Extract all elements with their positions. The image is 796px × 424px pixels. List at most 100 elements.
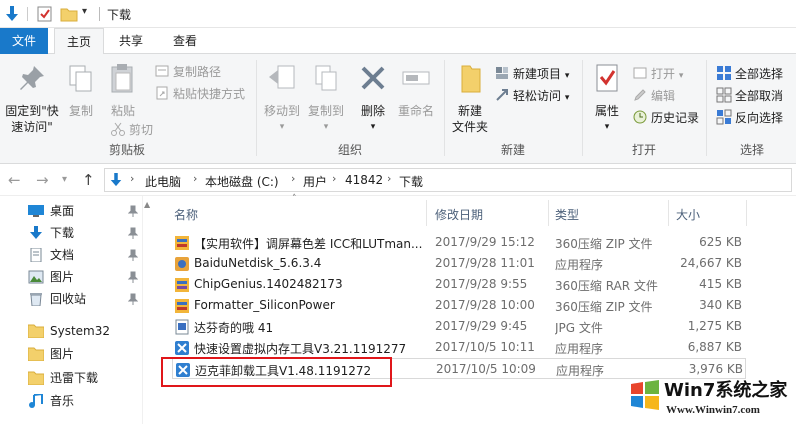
easy-access-button[interactable]: 轻松访问 ▾ — [494, 86, 569, 106]
move-to-chevron-icon: ▾ — [279, 122, 285, 132]
new-item-button[interactable]: 新建项目 ▾ — [494, 64, 569, 84]
pin-quick-access-button[interactable]: 固定到"快 速访问" — [2, 62, 62, 135]
pin-icon[interactable] — [128, 205, 138, 217]
download-arrow-icon[interactable] — [4, 5, 20, 23]
zip-archive-icon — [175, 236, 189, 250]
nav-item-desktop[interactable]: 桌面 — [28, 200, 146, 222]
paste-icon — [111, 64, 133, 93]
invert-selection-icon — [716, 109, 732, 125]
pin-icon[interactable] — [128, 293, 138, 305]
new-group: 新建 文件夹 新建项目 ▾ 轻松访问 ▾ 新建 — [446, 58, 580, 162]
open-button[interactable]: 打开 ▾ — [632, 64, 683, 84]
new-group-label: 新建 — [500, 143, 525, 157]
clipboard-group-label: 剪贴板 — [108, 143, 145, 157]
select-group: 全部选择 全部取消 反向选择 选择 — [708, 58, 796, 162]
pin-icon[interactable] — [128, 249, 138, 261]
cut-button[interactable]: 剪切 — [110, 120, 153, 140]
copy-icon — [69, 65, 92, 92]
edit-button[interactable]: 编辑 — [632, 86, 675, 106]
tool-app-icon — [175, 341, 189, 355]
breadcrumb-downloads[interactable]: 下载 — [399, 173, 423, 190]
copy-button[interactable]: 复制 — [64, 62, 98, 119]
table-row[interactable]: BaiduNetdisk_5.6.3.4 2017/9/28 11:01 应用程… — [172, 253, 746, 274]
table-row[interactable]: 达芬奇的哦 41 2017/9/29 9:45 JPG 文件 1,275 KB — [172, 316, 746, 337]
select-none-button[interactable]: 全部取消 — [716, 86, 783, 106]
organize-group: 移动到 ▾ 复制到 ▾ 删除 ▾ 重命名 组织 — [258, 58, 442, 162]
new-folder-quick-icon[interactable] — [60, 5, 78, 23]
table-row[interactable]: 【实用软件】调屏幕色差 ICC和LUTman... 2017/9/29 15:1… — [172, 232, 746, 253]
history-icon — [633, 110, 647, 124]
column-header-name[interactable]: 名称 — [174, 206, 198, 223]
paste-shortcut-button[interactable]: 粘贴快捷方式 — [154, 84, 245, 104]
forward-arrow-icon[interactable]: → — [36, 171, 49, 189]
tab-view[interactable]: 查看 — [162, 28, 208, 54]
column-header-size[interactable]: 大小 — [676, 206, 700, 223]
table-row[interactable]: 快速设置虚拟内存工具V3.21.1191277 2017/10/5 10:11 … — [172, 337, 746, 358]
tab-share[interactable]: 共享 — [108, 28, 154, 54]
select-all-button[interactable]: 全部选择 — [716, 64, 783, 84]
ribbon-tabs: 文件 主页 共享 查看 — [0, 28, 796, 55]
new-folder-button[interactable]: 新建 文件夹 — [448, 62, 492, 135]
table-row[interactable]: Formatter_SiliconPower 2017/9/28 10:00 3… — [172, 295, 746, 316]
zip-archive-icon — [175, 299, 189, 313]
pictures-icon — [28, 270, 44, 284]
table-row[interactable]: ChipGenius.1402482173 2017/9/28 9:55 360… — [172, 274, 746, 295]
scroll-up-arrow-icon[interactable]: ▲ — [144, 200, 150, 209]
copy-to-icon — [315, 65, 337, 91]
customize-toolbar-chevron-icon[interactable]: ▾ — [82, 6, 87, 17]
breadcrumb-chevron-icon[interactable]: › — [291, 172, 295, 185]
nav-item-documents[interactable]: 文档 — [28, 244, 146, 266]
nav-item-system32[interactable]: System32 — [28, 320, 146, 342]
window-title: 下载 — [107, 8, 132, 22]
pin-icon[interactable] — [128, 271, 138, 283]
new-item-icon — [496, 67, 508, 79]
music-note-icon — [29, 394, 43, 408]
title-bar: ▾ 下载 — [0, 0, 796, 28]
rename-button[interactable]: 重命名 — [394, 62, 438, 119]
properties-check-icon[interactable] — [37, 5, 53, 23]
select-all-icon — [717, 66, 731, 80]
breadcrumb-user-folder[interactable]: 41842 — [345, 173, 383, 187]
address-bar: ← → ▾ ↑ › 此电脑 › 本地磁盘 (C:) › 用户 › 41842 ›… — [0, 164, 796, 196]
move-to-button[interactable]: 移动到 ▾ — [262, 62, 302, 135]
breadcrumb-chevron-icon[interactable]: › — [130, 172, 134, 185]
nav-scrollbar[interactable]: ▲ — [142, 196, 152, 424]
column-header-type[interactable]: 类型 — [555, 206, 579, 223]
pin-icon[interactable] — [128, 227, 138, 239]
recent-locations-chevron-icon[interactable]: ▾ — [62, 174, 67, 185]
delete-button[interactable]: 删除 ▾ — [356, 62, 390, 135]
rar-archive-icon — [175, 278, 189, 292]
nav-item-pictures-folder[interactable]: 图片 — [28, 343, 146, 365]
clipboard-group: 固定到"快 速访问" 复制 粘贴 复制路径 粘贴快捷方式 剪切 剪贴板 — [0, 58, 254, 162]
nav-item-downloads[interactable]: 下载 — [28, 222, 146, 244]
breadcrumb-chevron-icon[interactable]: › — [332, 172, 336, 185]
copy-to-button[interactable]: 复制到 ▾ — [306, 62, 346, 135]
nav-item-music[interactable]: 音乐 — [28, 390, 146, 412]
breadcrumb-chevron-icon[interactable]: › — [193, 172, 197, 185]
pin-icon — [20, 66, 44, 90]
up-arrow-icon[interactable]: ↑ — [82, 171, 95, 189]
nav-item-recycle-bin[interactable]: 回收站 — [28, 288, 146, 310]
properties-button[interactable]: 属性 ▾ — [588, 62, 626, 135]
breadcrumb-this-pc[interactable]: 此电脑 — [145, 173, 181, 190]
history-button[interactable]: 历史记录 — [632, 108, 699, 128]
back-arrow-icon[interactable]: ← — [8, 171, 21, 189]
highlight-box — [161, 357, 392, 387]
select-group-label: 选择 — [739, 143, 764, 157]
properties-icon — [596, 64, 618, 92]
copy-path-button[interactable]: 复制路径 — [154, 62, 221, 82]
nav-item-xunlei-downloads[interactable]: 迅雷下载 — [28, 367, 146, 389]
breadcrumb-chevron-icon[interactable]: › — [387, 172, 391, 185]
breadcrumb-users[interactable]: 用户 — [303, 173, 327, 190]
nav-item-pictures[interactable]: 图片 — [28, 266, 146, 288]
paste-button[interactable]: 粘贴 — [104, 62, 142, 119]
address-path[interactable]: › 此电脑 › 本地磁盘 (C:) › 用户 › 41842 › 下载 — [104, 168, 792, 192]
select-none-icon — [716, 87, 732, 103]
invert-selection-button[interactable]: 反向选择 — [716, 108, 783, 128]
tab-home[interactable]: 主页 — [54, 28, 104, 55]
copy-to-chevron-icon: ▾ — [323, 122, 329, 132]
breadcrumb-local-disk[interactable]: 本地磁盘 (C:) — [205, 173, 279, 190]
recycle-bin-icon — [30, 293, 42, 306]
tab-file[interactable]: 文件 — [0, 28, 48, 54]
column-header-date[interactable]: 修改日期 — [435, 206, 483, 223]
